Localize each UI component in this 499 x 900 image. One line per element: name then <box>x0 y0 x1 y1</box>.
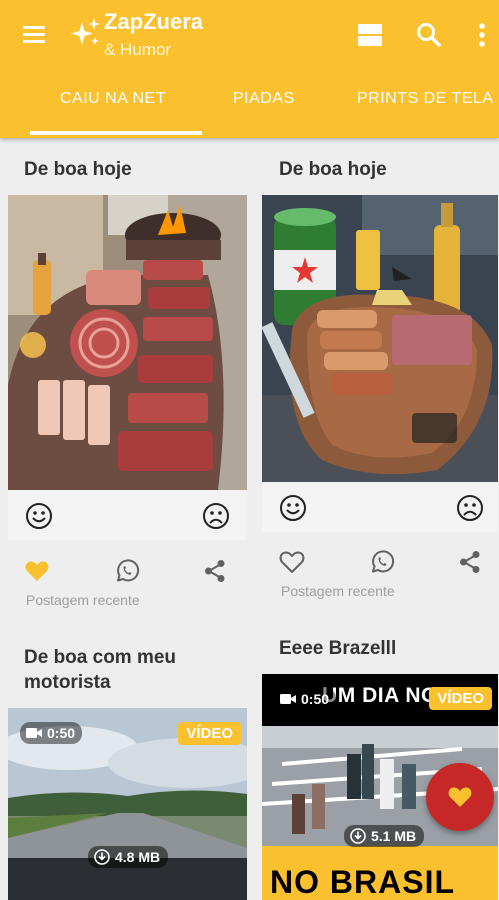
smile-icon[interactable] <box>279 494 307 522</box>
video-camera-icon <box>26 728 42 738</box>
sparkle-icon <box>71 18 100 45</box>
post-title: De boa hoje <box>279 159 387 180</box>
heart-outline-icon[interactable] <box>279 549 305 575</box>
view-toggle-icon[interactable] <box>353 18 387 52</box>
sad-icon[interactable] <box>202 502 230 530</box>
post-meta: Postagem recente <box>281 583 395 599</box>
app-title: ZapZuera <box>104 9 204 34</box>
search-icon[interactable] <box>412 18 446 52</box>
reaction-bar <box>8 490 247 540</box>
tab-prints-de-tela[interactable]: PRINTS DE TELA <box>357 90 494 108</box>
video-camera-icon <box>280 694 296 704</box>
post-image[interactable] <box>262 195 498 482</box>
food-board-photo <box>262 195 498 482</box>
whatsapp-icon[interactable] <box>114 558 140 584</box>
download-icon <box>94 849 110 865</box>
post-title: Eeee Brazelll <box>279 638 397 659</box>
download-icon <box>350 828 366 844</box>
post-title: De boa hoje <box>24 159 132 180</box>
duration-badge: 0:50 <box>20 722 83 744</box>
tab-indicator <box>30 131 202 135</box>
post-title: De boa com meu motorista <box>24 647 177 693</box>
video-badge: VÍDEO <box>178 722 241 745</box>
app-bar: ZapZuera & Humor CAIU NA NET PIADAS PRIN… <box>0 0 499 138</box>
more-vertical-icon[interactable] <box>465 18 499 52</box>
video-badge: VÍDEO <box>429 687 492 710</box>
post-meta: Postagem recente <box>26 592 140 608</box>
reaction-bar <box>262 482 498 532</box>
tab-piadas[interactable]: PIADAS <box>233 90 295 108</box>
video-caption-bottom: NO BRASIL <box>270 864 455 900</box>
whatsapp-icon[interactable] <box>369 549 395 575</box>
share-icon[interactable] <box>457 549 483 575</box>
download-size-badge[interactable]: 4.8 MB <box>88 846 169 868</box>
bbq-photo <box>8 195 247 490</box>
favorites-fab[interactable] <box>426 763 494 831</box>
file-size-text: 4.8 MB <box>115 849 161 865</box>
duration-text: 0:50 <box>47 725 76 741</box>
menu-icon[interactable] <box>20 22 50 46</box>
heart-icon <box>448 787 472 807</box>
file-size-text: 5.1 MB <box>371 828 417 844</box>
heart-icon[interactable] <box>24 558 50 584</box>
post-video[interactable]: 0:50 VÍDEO 4.8 MB <box>8 708 247 900</box>
share-icon[interactable] <box>202 558 228 584</box>
download-size-badge[interactable]: 5.1 MB <box>344 825 425 847</box>
post-image[interactable] <box>8 195 247 490</box>
smile-icon[interactable] <box>25 502 53 530</box>
duration-badge: 0:50 <box>274 688 337 710</box>
app-subtitle: & Humor <box>104 40 172 59</box>
sad-icon[interactable] <box>456 494 484 522</box>
tab-caiu-na-net[interactable]: CAIU NA NET <box>60 90 166 108</box>
duration-text: 0:50 <box>301 691 330 707</box>
